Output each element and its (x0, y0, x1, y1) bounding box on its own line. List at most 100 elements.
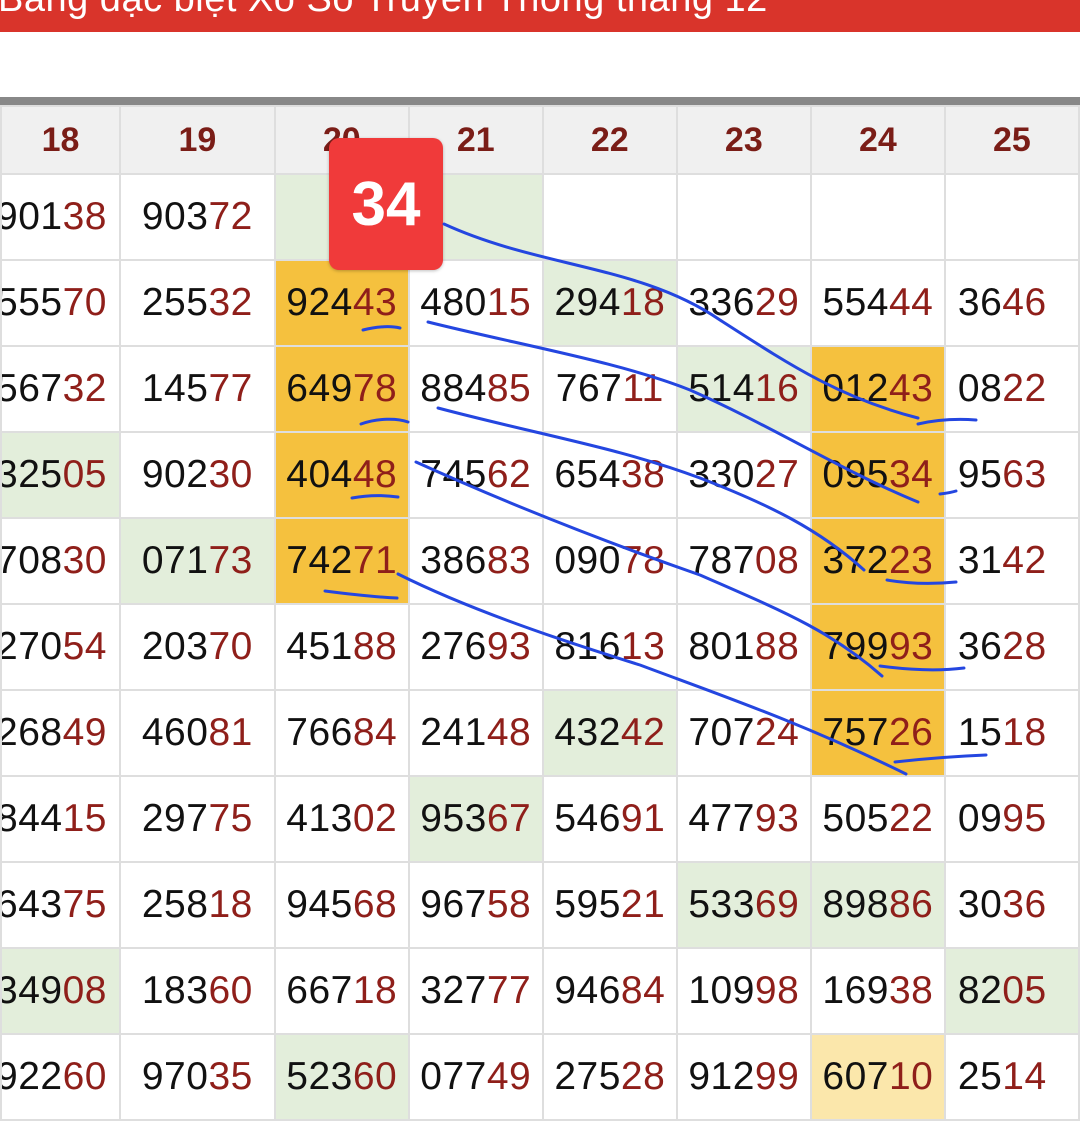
result-cell[interactable]: 595 21 (541, 861, 678, 949)
result-cell[interactable]: 077 49 (407, 1033, 544, 1121)
result-cell[interactable]: 012 43 (809, 345, 946, 433)
result-number: 275 28 (554, 1055, 666, 1098)
result-number: 787 08 (688, 539, 800, 582)
result-cell[interactable] (809, 173, 946, 261)
result-cell[interactable]: 451 88 (273, 603, 410, 691)
result-number: 480 15 (420, 281, 532, 324)
result-cell[interactable]: 15 18 (943, 689, 1080, 777)
result-cell[interactable]: 276 93 (407, 603, 544, 691)
result-cell[interactable]: 607 10 (809, 1033, 946, 1121)
result-cell[interactable]: 090 78 (541, 517, 678, 605)
result-cell[interactable]: 799 93 (809, 603, 946, 691)
result-cell[interactable]: 325 05 (0, 431, 121, 519)
result-cell[interactable]: 546 91 (541, 775, 678, 863)
result-number: 643 75 (1, 883, 107, 926)
result-cell[interactable]: 386 83 (407, 517, 544, 605)
result-cell[interactable]: 953 67 (407, 775, 544, 863)
result-number: 95 63 (957, 453, 1047, 496)
result-cell[interactable]: 31 42 (943, 517, 1080, 605)
result-cell[interactable]: 555 70 (0, 259, 121, 347)
result-cell[interactable]: 432 42 (541, 689, 678, 777)
result-cell[interactable]: 270 54 (0, 603, 121, 691)
result-cell[interactable]: 404 48 (273, 431, 410, 519)
count-badge[interactable]: 34 (329, 138, 443, 270)
result-number: 31 42 (957, 539, 1047, 582)
result-cell[interactable]: 268 49 (0, 689, 121, 777)
result-cell[interactable]: 766 84 (273, 689, 410, 777)
result-cell[interactable]: 898 86 (809, 861, 946, 949)
result-cell[interactable]: 297 75 (118, 775, 276, 863)
result-number: 898 86 (822, 883, 934, 926)
result-cell[interactable]: 912 99 (675, 1033, 812, 1121)
result-cell[interactable]: 844 15 (0, 775, 121, 863)
result-cell[interactable]: 480 15 (407, 259, 544, 347)
result-number: 884 85 (420, 367, 532, 410)
result-cell[interactable]: 884 85 (407, 345, 544, 433)
result-cell[interactable]: 275 28 (541, 1033, 678, 1121)
result-cell[interactable]: 327 77 (407, 947, 544, 1035)
result-number: 654 38 (554, 453, 666, 496)
result-number: 330 27 (688, 453, 800, 496)
result-cell[interactable]: 801 88 (675, 603, 812, 691)
result-cell[interactable]: 183 60 (118, 947, 276, 1035)
result-cell[interactable]: 255 32 (118, 259, 276, 347)
result-cell[interactable]: 36 28 (943, 603, 1080, 691)
result-cell[interactable]: 707 24 (675, 689, 812, 777)
result-cell[interactable]: 654 38 (541, 431, 678, 519)
result-cell[interactable]: 643 75 (0, 861, 121, 949)
result-cell[interactable]: 945 68 (273, 861, 410, 949)
result-cell[interactable]: 330 27 (675, 431, 812, 519)
result-cell[interactable]: 25 14 (943, 1033, 1080, 1121)
result-cell[interactable]: 460 81 (118, 689, 276, 777)
result-cell[interactable]: 901 38 (0, 173, 121, 261)
result-cell[interactable]: 514 16 (675, 345, 812, 433)
result-cell[interactable] (943, 173, 1080, 261)
result-cell[interactable]: 203 70 (118, 603, 276, 691)
result-cell[interactable]: 36 46 (943, 259, 1080, 347)
result-cell[interactable]: 294 18 (541, 259, 678, 347)
result-cell[interactable]: 902 30 (118, 431, 276, 519)
result-cell[interactable]: 413 02 (273, 775, 410, 863)
result-cell[interactable]: 567 32 (0, 345, 121, 433)
result-cell[interactable]: 349 08 (0, 947, 121, 1035)
result-cell[interactable]: 09 95 (943, 775, 1080, 863)
result-cell[interactable]: 757 26 (809, 689, 946, 777)
result-cell[interactable]: 82 05 (943, 947, 1080, 1035)
result-cell[interactable]: 708 30 (0, 517, 121, 605)
result-cell[interactable]: 071 73 (118, 517, 276, 605)
result-cell[interactable]: 554 44 (809, 259, 946, 347)
result-number (813, 176, 943, 258)
result-cell[interactable]: 922 60 (0, 1033, 121, 1121)
result-cell[interactable]: 109 98 (675, 947, 812, 1035)
result-cell[interactable]: 095 34 (809, 431, 946, 519)
result-cell[interactable]: 145 77 (118, 345, 276, 433)
result-cell[interactable]: 742 71 (273, 517, 410, 605)
result-cell[interactable]: 30 36 (943, 861, 1080, 949)
result-cell[interactable]: 967 58 (407, 861, 544, 949)
result-number: 268 49 (1, 711, 107, 754)
result-cell[interactable]: 946 84 (541, 947, 678, 1035)
result-cell[interactable]: 667 18 (273, 947, 410, 1035)
result-cell[interactable]: 970 35 (118, 1033, 276, 1121)
result-cell[interactable]: 169 38 (809, 947, 946, 1035)
result-cell[interactable] (541, 173, 678, 261)
result-cell[interactable] (675, 173, 812, 261)
result-cell[interactable]: 745 62 (407, 431, 544, 519)
result-cell[interactable]: 533 69 (675, 861, 812, 949)
result-cell[interactable]: 523 60 (273, 1033, 410, 1121)
result-cell[interactable]: 505 22 (809, 775, 946, 863)
result-cell[interactable]: 477 93 (675, 775, 812, 863)
result-cell[interactable]: 241 48 (407, 689, 544, 777)
result-cell[interactable]: 924 43 (273, 259, 410, 347)
result-cell[interactable]: 372 23 (809, 517, 946, 605)
result-cell[interactable]: 649 78 (273, 345, 410, 433)
result-cell[interactable]: 336 29 (675, 259, 812, 347)
result-cell[interactable]: 95 63 (943, 431, 1080, 519)
result-cell[interactable]: 787 08 (675, 517, 812, 605)
result-cell[interactable]: 258 18 (118, 861, 276, 949)
result-number: 071 73 (141, 539, 253, 582)
result-cell[interactable]: 767 11 (541, 345, 678, 433)
result-cell[interactable]: 08 22 (943, 345, 1080, 433)
result-cell[interactable]: 816 13 (541, 603, 678, 691)
result-cell[interactable]: 903 72 (118, 173, 276, 261)
